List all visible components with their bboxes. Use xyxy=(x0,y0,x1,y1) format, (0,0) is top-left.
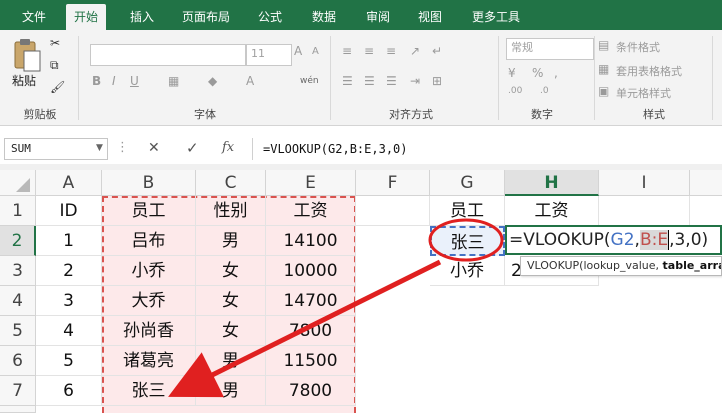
annotation-overlay xyxy=(168,218,504,398)
annotation-arrow xyxy=(168,259,442,398)
highlight-circle xyxy=(428,218,504,262)
